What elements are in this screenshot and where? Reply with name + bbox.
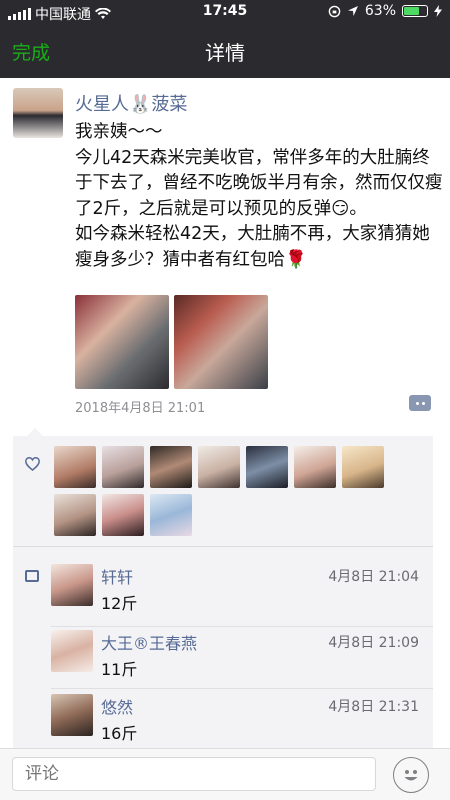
comment-input[interactable] xyxy=(12,757,376,791)
rotation-lock-icon xyxy=(328,5,341,17)
liker-avatar[interactable] xyxy=(198,446,240,488)
comment-text: 12斤 xyxy=(101,594,138,613)
more-icon xyxy=(415,401,419,405)
smiley-icon xyxy=(404,770,418,781)
comment-author[interactable]: 悠然 xyxy=(101,694,133,718)
battery-icon xyxy=(402,5,428,17)
comment-item[interactable]: 悠然 4月8日 21:31 16斤 xyxy=(51,694,433,744)
comment-time: 4月8日 21:04 xyxy=(328,569,419,585)
author-name[interactable]: 火星人🐰菠菜 xyxy=(75,90,187,116)
comment-text: 16斤 xyxy=(101,724,138,743)
liker-avatar[interactable] xyxy=(150,446,192,488)
liker-avatar[interactable] xyxy=(54,446,96,488)
comment-item[interactable]: 大王®王春燕 4月8日 21:09 11斤 xyxy=(51,630,433,680)
liker-avatar[interactable] xyxy=(246,446,288,488)
liker-avatar[interactable] xyxy=(342,446,384,488)
nav-bar: 完成 详情 xyxy=(0,24,450,78)
comment-bar xyxy=(0,748,450,800)
post-timestamp: 2018年4月8日 21:01 xyxy=(75,401,206,416)
page-title: 详情 xyxy=(205,41,245,65)
comment-divider xyxy=(51,688,433,689)
comment-time: 4月8日 21:31 xyxy=(328,699,419,715)
comment-author[interactable]: 轩轩 xyxy=(101,564,133,588)
liker-avatar[interactable] xyxy=(150,494,192,536)
status-right: 63% xyxy=(328,3,442,19)
comment-icon xyxy=(25,570,39,582)
comment-avatar[interactable] xyxy=(51,694,93,736)
comment-item[interactable]: 轩轩 4月8日 21:04 12斤 xyxy=(51,564,433,614)
post-photo-1[interactable] xyxy=(75,295,169,389)
comment-avatar[interactable] xyxy=(51,564,93,606)
comment-time: 4月8日 21:09 xyxy=(328,635,419,651)
author-avatar[interactable] xyxy=(13,88,63,138)
comment-divider xyxy=(51,626,433,627)
heart-icon xyxy=(25,457,40,471)
liker-avatar[interactable] xyxy=(102,446,144,488)
more-icon-dot xyxy=(421,401,425,405)
emoji-button[interactable] xyxy=(393,757,429,793)
panel-divider xyxy=(13,546,433,547)
liker-avatar[interactable] xyxy=(102,494,144,536)
liker-avatar[interactable] xyxy=(294,446,336,488)
post-photos xyxy=(75,295,268,389)
comment-author[interactable]: 大王®王春燕 xyxy=(101,630,197,654)
comment-text: 11斤 xyxy=(101,660,138,679)
post-text: 我亲姨～～ 今儿42天森米完美收官，常伴多年的大肚腩终于下去了，曾经不吃晚饭半月… xyxy=(75,122,443,270)
status-bar: 中国联通 17:45 63% xyxy=(0,0,450,24)
liker-avatar[interactable] xyxy=(54,494,96,536)
post-photo-2[interactable] xyxy=(174,295,268,389)
liker-list xyxy=(54,446,424,536)
more-button[interactable] xyxy=(409,395,431,411)
charging-icon xyxy=(434,5,442,17)
comment-avatar[interactable] xyxy=(51,630,93,672)
battery-percent: 63% xyxy=(364,3,396,19)
location-icon xyxy=(347,6,358,16)
interaction-panel: 轩轩 4月8日 21:04 12斤 大王®王春燕 4月8日 21:09 11斤 … xyxy=(13,428,433,748)
